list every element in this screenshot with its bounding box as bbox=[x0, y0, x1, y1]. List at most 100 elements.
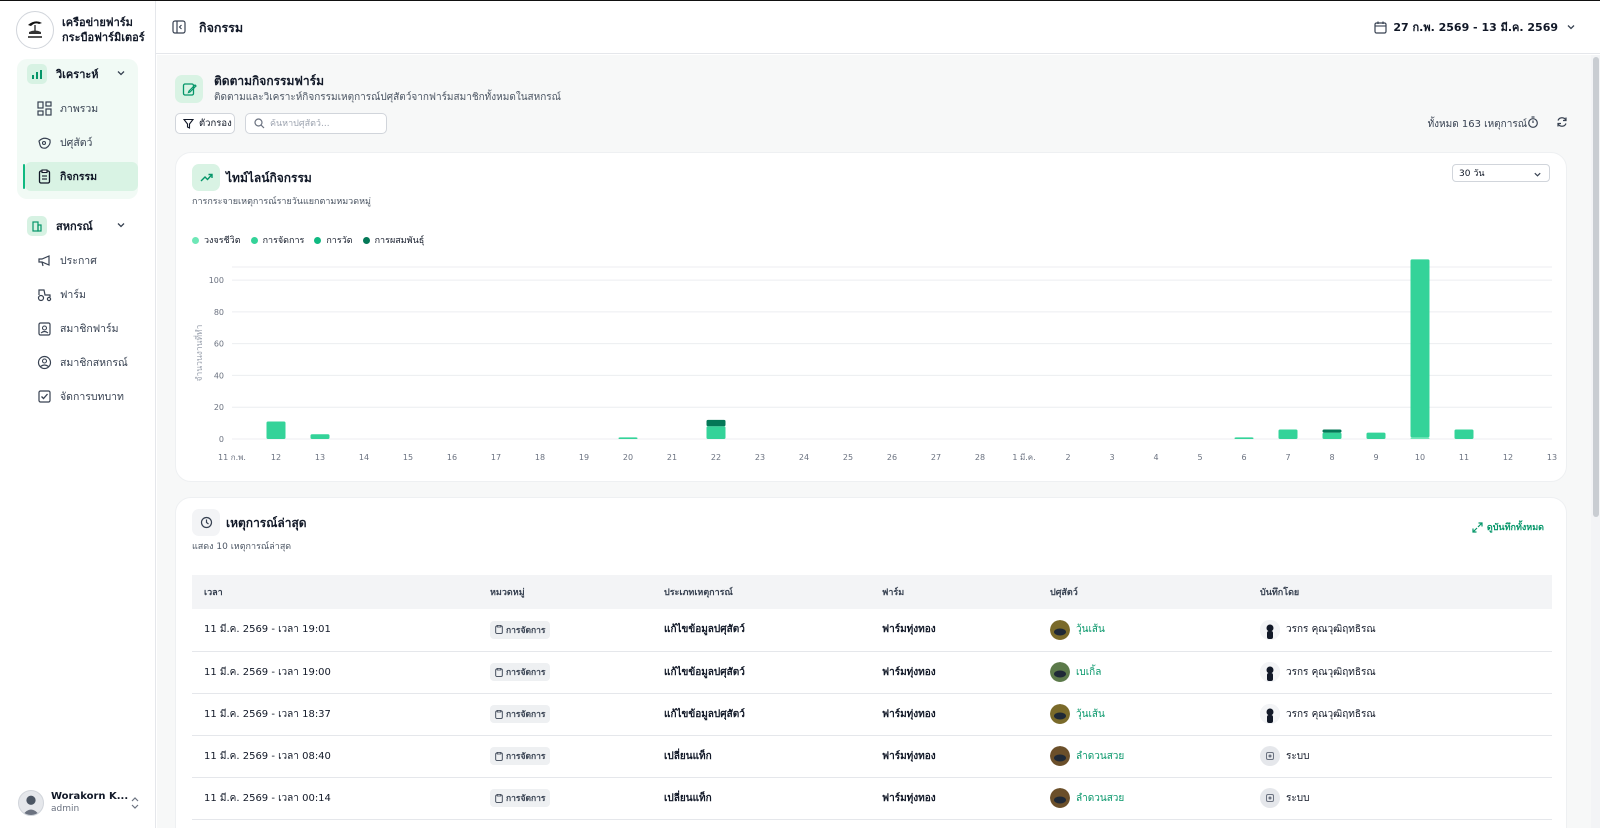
refresh-icon[interactable] bbox=[1556, 116, 1568, 128]
y-tick-label: 40 bbox=[214, 371, 224, 380]
event-category-cell: การจัดการ bbox=[478, 693, 652, 736]
clipboard-icon bbox=[36, 169, 52, 185]
view-all-label: ดูบันทึกทั้งหมด bbox=[1486, 523, 1544, 533]
sidebar-item-roles[interactable]: จัดการบทบาท bbox=[17, 382, 138, 411]
animal-name: วุ้นเส้น bbox=[1076, 624, 1105, 636]
animal-link[interactable]: วุ้นเส้น bbox=[1050, 619, 1248, 640]
sidebar-item-announcement[interactable]: ประกาศ bbox=[17, 246, 138, 275]
x-tick-label: 14 bbox=[359, 453, 369, 462]
search-box[interactable] bbox=[245, 113, 387, 134]
sidebar-item-label: ปศุสัตว์ bbox=[60, 137, 93, 149]
animal-link[interactable]: ลำดวนสวย bbox=[1050, 788, 1248, 808]
x-tick-label: 13 bbox=[1547, 453, 1557, 462]
column-header[interactable]: บันทึกโดย bbox=[1248, 575, 1552, 609]
animal-link[interactable]: ลำดวนสวย bbox=[1050, 746, 1248, 766]
user-avatar bbox=[1260, 619, 1280, 640]
legend-item[interactable]: การวัด bbox=[314, 233, 353, 247]
bar-segment[interactable] bbox=[310, 434, 330, 439]
sidebar-item-activity[interactable]: กิจกรรม bbox=[23, 162, 138, 191]
y-tick-label: 0 bbox=[219, 435, 224, 444]
view-all-link[interactable]: ดูบันทึกทั้งหมด bbox=[1472, 520, 1544, 534]
category-badge: การจัดการ bbox=[490, 620, 551, 639]
events-table: เวลา หมวดหมู่ ประเภทเหตุการณ์ ฟาร์ม ปศุส… bbox=[192, 575, 1552, 820]
x-tick-label: 1 มี.ค. bbox=[1012, 453, 1035, 462]
event-category-cell: การจัดการ bbox=[478, 777, 652, 820]
event-farm: ฟาร์มทุ่งทอง bbox=[870, 651, 1038, 694]
sidebar-item-livestock[interactable]: ปศุสัตว์ bbox=[17, 128, 138, 157]
animal-link[interactable]: วุ้นเส้น bbox=[1050, 704, 1248, 724]
nav-group-coop-label: สหกรณ์ bbox=[56, 220, 93, 233]
table-row[interactable]: 11 มี.ค. 2569 - เวลา 18:37 การจัดการ แก้ไข… bbox=[192, 693, 1552, 736]
column-header[interactable]: เวลา bbox=[192, 575, 478, 609]
bar-segment[interactable] bbox=[1454, 429, 1474, 439]
search-input[interactable] bbox=[270, 118, 380, 129]
sidebar-item-farm-members[interactable]: สมาชิกฟาร์ม bbox=[17, 314, 138, 343]
event-farm: ฟาร์มทุ่งทอง bbox=[870, 777, 1038, 820]
bar-segment[interactable] bbox=[1322, 429, 1342, 433]
bar-segment[interactable] bbox=[706, 426, 726, 439]
table-row[interactable]: 11 มี.ค. 2569 - เวลา 00:14 การจัดการ เปลี่… bbox=[192, 777, 1552, 820]
bar-segment[interactable] bbox=[1410, 259, 1430, 438]
livestock-icon bbox=[36, 135, 52, 151]
bar-segment[interactable] bbox=[618, 437, 638, 439]
column-header[interactable]: ประเภทเหตุการณ์ bbox=[652, 575, 870, 609]
table-header-row: เวลา หมวดหมู่ ประเภทเหตุการณ์ ฟาร์ม ปศุส… bbox=[192, 575, 1552, 609]
nav-group-coop-toggle[interactable]: สหกรณ์ bbox=[17, 211, 138, 241]
scrollbar[interactable] bbox=[1591, 55, 1600, 828]
bar-segment[interactable] bbox=[706, 419, 726, 427]
sidebar-toggle-icon[interactable] bbox=[172, 20, 186, 34]
column-header[interactable]: ปศุสัตว์ bbox=[1038, 575, 1248, 609]
scrollbar-thumb[interactable] bbox=[1593, 57, 1599, 517]
sidebar-item-farm[interactable]: ฟาร์ม bbox=[17, 280, 138, 309]
legend-dot bbox=[192, 236, 199, 244]
legend-dot bbox=[250, 236, 258, 244]
y-tick-label: 60 bbox=[214, 340, 224, 349]
user-menu[interactable]: Worakorn K... admin bbox=[18, 786, 140, 820]
event-animal-cell: ลำดวนสวย bbox=[1038, 777, 1248, 820]
range-select[interactable]: 30 วัน bbox=[1452, 164, 1550, 182]
legend-item[interactable]: การจัดการ bbox=[250, 233, 304, 247]
nav-group-analyze-toggle[interactable]: วิเคราะห์ bbox=[17, 59, 138, 89]
x-tick-label: 9 bbox=[1373, 453, 1378, 462]
recorder-name: วรกร คุณวุฒิฤทธิรณ bbox=[1286, 666, 1376, 678]
main-content: ติดตามกิจกรรมฟาร์ม ติดตามและวิเคราะห์กิจ… bbox=[157, 55, 1591, 828]
table-row[interactable]: 11 มี.ค. 2569 - เวลา 19:00 การจัดการ แก้ไข… bbox=[192, 651, 1552, 694]
sidebar-item-overview[interactable]: ภาพรวม bbox=[17, 94, 138, 123]
user-role: admin bbox=[51, 804, 80, 814]
user-avatar bbox=[1260, 662, 1280, 682]
legend-item[interactable]: วงจรชีวิต bbox=[192, 233, 241, 247]
event-recorder-cell: ระบบ bbox=[1248, 777, 1552, 820]
animal-name: เบเกิ้ล bbox=[1076, 666, 1102, 678]
table-row[interactable]: 11 มี.ค. 2569 - เวลา 08:40 การจัดการ เปลี่… bbox=[192, 735, 1552, 778]
bar-segment[interactable] bbox=[1366, 432, 1386, 439]
column-header[interactable]: ฟาร์ม bbox=[870, 575, 1038, 609]
bar-segment[interactable] bbox=[1322, 432, 1342, 439]
bar-segment[interactable] bbox=[1234, 437, 1254, 439]
date-range-picker[interactable]: 27 ก.พ. 2569 - 13 มี.ค. 2569 bbox=[1374, 18, 1576, 36]
sidebar-item-label: จัดการบทบาท bbox=[60, 391, 124, 403]
legend-item[interactable]: การผสมพันธุ์ bbox=[362, 233, 424, 247]
event-farm: ฟาร์มทุ่งทอง bbox=[870, 693, 1038, 736]
timer-icon[interactable] bbox=[1527, 116, 1539, 128]
sidebar-item-coop-members[interactable]: สมาชิกสหกรณ์ bbox=[17, 348, 138, 377]
event-animal-cell: วุ้นเส้น bbox=[1038, 609, 1248, 652]
column-header[interactable]: หมวดหมู่ bbox=[478, 575, 652, 609]
bar-segment[interactable] bbox=[266, 421, 286, 439]
event-category-cell: การจัดการ bbox=[478, 735, 652, 778]
animal-link[interactable]: เบเกิ้ล bbox=[1050, 662, 1248, 682]
bar-segment[interactable] bbox=[1278, 429, 1298, 439]
y-tick-label: 100 bbox=[209, 276, 224, 285]
megaphone-icon bbox=[36, 253, 52, 269]
chevron-down-icon bbox=[117, 71, 125, 76]
event-category-cell: การจัดการ bbox=[478, 651, 652, 694]
x-tick-label: 18 bbox=[535, 453, 545, 462]
events-subtitle: แสดง 10 เหตุการณ์ล่าสุด bbox=[192, 542, 292, 552]
sidebar-item-label: ภาพรวม bbox=[60, 103, 99, 115]
table-row[interactable]: 11 มี.ค. 2569 - เวลา 19:01 การจัดการ แก้ไข… bbox=[192, 609, 1552, 652]
filter-label: ตัวกรอง bbox=[199, 118, 232, 129]
bar-segment[interactable] bbox=[1410, 437, 1430, 439]
nav-group-coop: สหกรณ์ ประกาศ ฟาร์ม สมาชิกฟาร์ม สมาชิกสห… bbox=[17, 211, 138, 411]
brand[interactable]: เครือข่ายฟาร์ม กระบือฟาร์มิเตอร์ bbox=[16, 11, 145, 49]
chevron-down-icon bbox=[1534, 172, 1541, 177]
filter-button[interactable]: ตัวกรอง bbox=[175, 113, 235, 134]
